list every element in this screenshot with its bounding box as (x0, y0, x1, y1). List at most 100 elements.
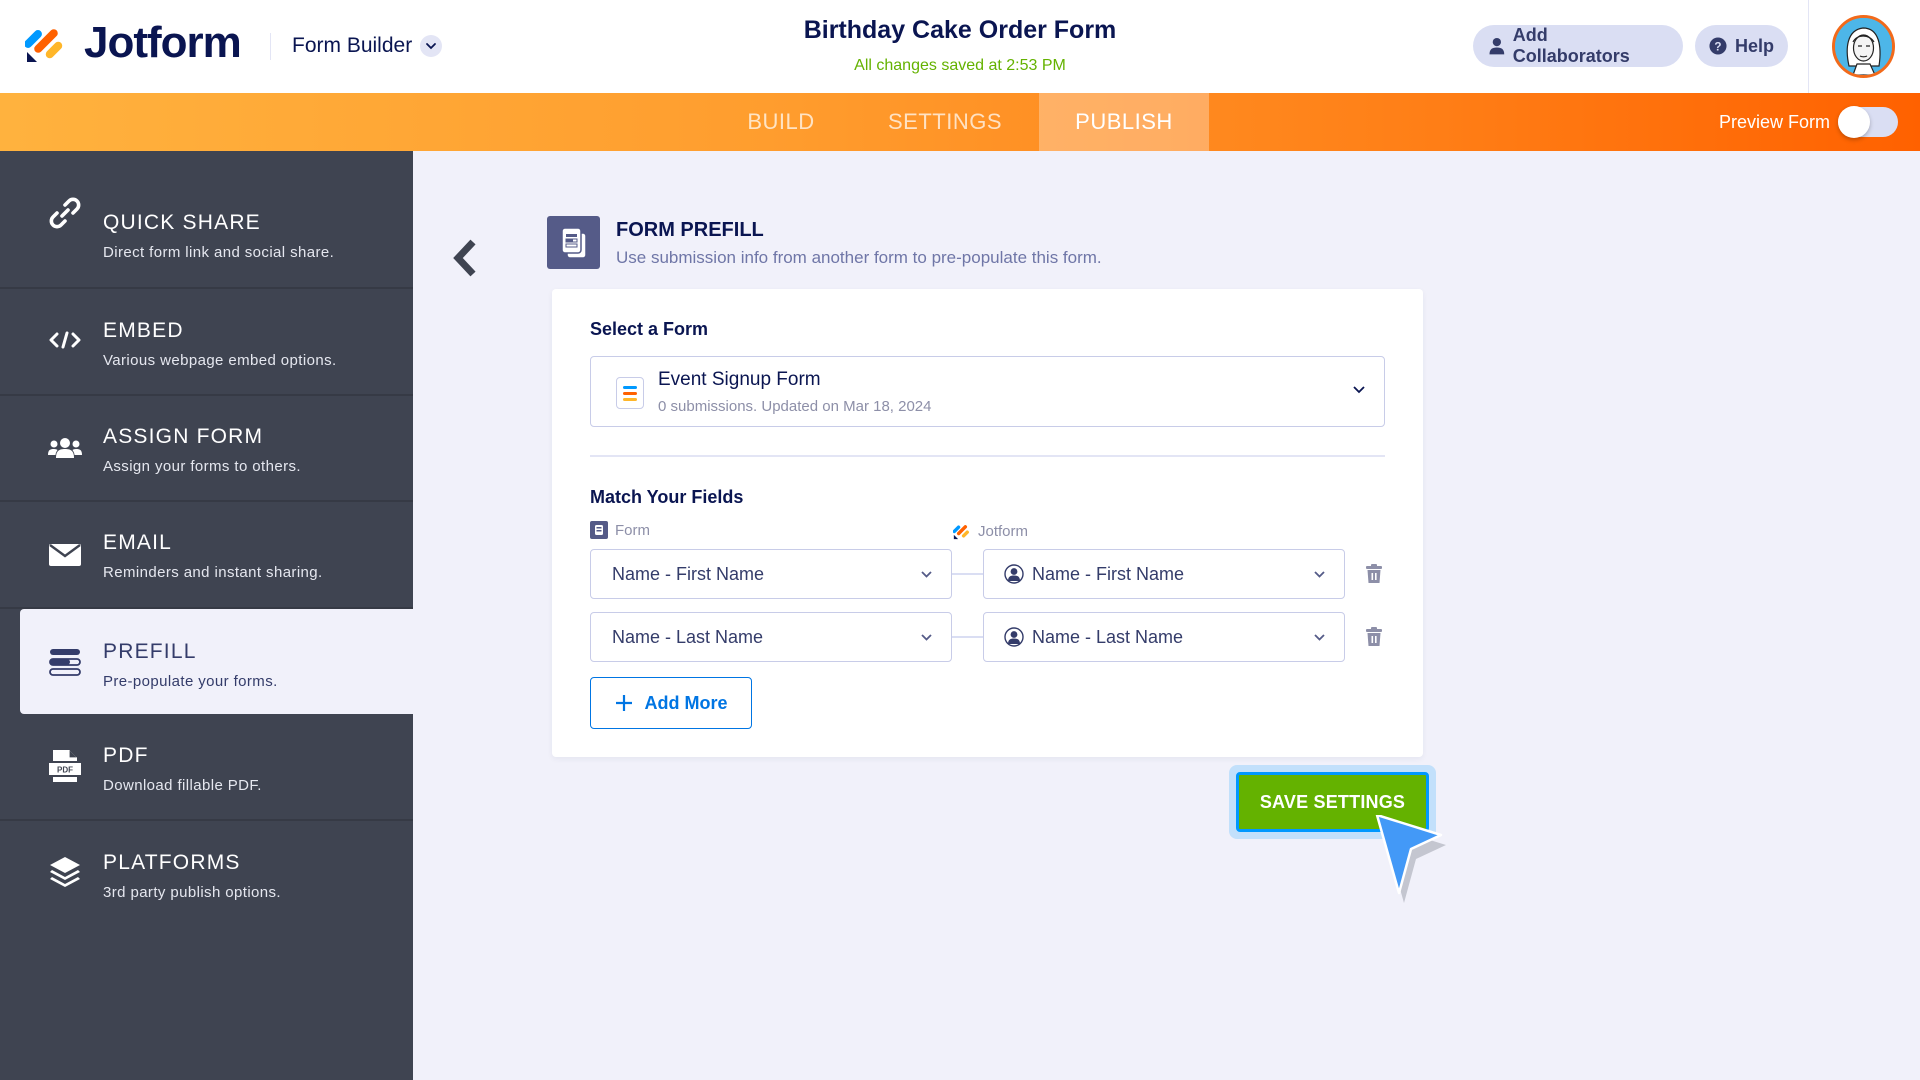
question-circle-icon: ? (1709, 37, 1727, 55)
form-column-text: Form (615, 521, 650, 539)
sidebar-item-title: PLATFORMS (103, 851, 241, 874)
source-field-value: Name - First Name (612, 563, 765, 584)
chevron-down-icon (921, 633, 932, 641)
save-settings-button[interactable]: SAVE SETTINGS (1236, 772, 1429, 832)
form-builder-menu[interactable]: Form Builder (292, 30, 443, 62)
pdf-icon: PDF (48, 749, 82, 783)
sidebar-item-desc: Reminders and instant sharing. (103, 564, 323, 581)
person-circle-icon (1004, 627, 1024, 647)
chevron-down-icon (1353, 386, 1365, 394)
person-circle-icon (1004, 564, 1024, 584)
form-title[interactable]: Birthday Cake Order Form (804, 16, 1117, 44)
sidebar-item-platforms[interactable]: PLATFORMS 3rd party publish options. (0, 821, 413, 928)
sidebar-item-embed[interactable]: EMBED Various webpage embed options. (0, 289, 413, 396)
avatar-face-icon (1835, 18, 1892, 75)
user-avatar[interactable] (1832, 15, 1895, 78)
select-form-label: Select a Form (590, 319, 709, 339)
preview-form-label: Preview Form (1718, 111, 1830, 132)
publish-sidebar: QUICK SHARE Direct form link and social … (0, 151, 413, 1080)
sidebar-item-prefill[interactable]: PREFILL Pre-populate your forms. (20, 609, 413, 714)
sidebar-item-desc: 3rd party publish options. (103, 884, 281, 901)
logo-text[interactable]: Jotform (84, 18, 242, 68)
jotform-column-text: Jotform (978, 522, 1029, 540)
form-icon (616, 377, 644, 409)
selected-form-meta: 0 submissions. Updated on Mar 18, 2024 (658, 398, 932, 415)
form-prefill-icon (547, 216, 600, 269)
chevron-down-icon (420, 35, 443, 57)
trash-icon (1366, 564, 1382, 583)
preview-form-toggle[interactable] (1838, 106, 1898, 138)
delete-mapping-button[interactable] (1364, 562, 1384, 586)
tab-settings[interactable]: SETTINGS (870, 93, 1020, 151)
sidebar-item-pdf[interactable]: PDF PDF Download fillable PDF. (0, 714, 413, 821)
target-field-select[interactable]: Name - First Name (983, 549, 1345, 599)
add-more-label: Add More (644, 692, 728, 713)
save-status: All changes saved at 2:53 PM (854, 57, 1066, 74)
chevron-down-icon (921, 570, 932, 578)
jotform-small-logo-icon (953, 525, 969, 540)
sidebar-item-title: EMAIL (103, 531, 173, 554)
envelope-icon (48, 538, 82, 572)
chevron-down-icon (1314, 633, 1325, 641)
target-field-select[interactable]: Name - Last Name (983, 612, 1345, 662)
jotform-column-label: Jotform (953, 521, 1028, 541)
sidebar-item-desc: Direct form link and social share. (103, 244, 335, 261)
link-icon (48, 196, 82, 230)
form-small-icon (590, 521, 608, 539)
layers-icon (48, 855, 82, 889)
section-subtitle: Use submission info from another form to… (616, 248, 1102, 267)
add-collaborators-button[interactable]: Add Collaborators (1473, 25, 1683, 67)
toggle-thumb (1838, 106, 1870, 138)
section-title: FORM PREFILL (616, 219, 764, 241)
match-fields-label: Match Your Fields (590, 487, 744, 507)
mapping-connector (952, 636, 983, 638)
help-button[interactable]: ? Help (1695, 25, 1788, 67)
mapping-connector (952, 573, 983, 575)
sidebar-item-quick-share[interactable]: QUICK SHARE Direct form link and social … (0, 151, 413, 289)
code-icon (48, 323, 82, 357)
delete-mapping-button[interactable] (1364, 625, 1384, 649)
svg-text:PDF: PDF (57, 766, 73, 775)
prefill-settings-card: Select a Form Event Signup Form 0 submis… (552, 289, 1423, 757)
card-divider (590, 455, 1385, 457)
back-button[interactable] (448, 234, 482, 282)
header-vertical-divider (1808, 0, 1809, 93)
tab-publish[interactable]: PUBLISH (1039, 93, 1209, 151)
jotform-logo-icon[interactable] (25, 22, 67, 64)
sidebar-item-title: EMBED (103, 319, 184, 342)
svg-text:?: ? (1714, 40, 1721, 53)
plus-icon (615, 695, 632, 711)
source-form-select[interactable]: Event Signup Form 0 submissions. Updated… (590, 356, 1385, 427)
form-column-label: Form (590, 521, 650, 539)
users-icon (48, 431, 82, 465)
chevron-down-icon (1314, 570, 1325, 578)
help-label: Help (1734, 35, 1774, 56)
sidebar-item-desc: Download fillable PDF. (103, 777, 262, 794)
form-builder-label: Form Builder (292, 34, 413, 57)
source-field-value: Name - Last Name (612, 626, 764, 647)
user-icon (1489, 37, 1505, 55)
sidebar-item-desc: Various webpage embed options. (103, 352, 337, 369)
source-field-select[interactable]: Name - Last Name (590, 612, 952, 662)
target-field-value: Name - Last Name (1032, 626, 1184, 647)
selected-form-name: Event Signup Form (658, 369, 821, 390)
sidebar-item-desc: Pre-populate your forms. (103, 673, 278, 690)
sidebar-item-title: QUICK SHARE (103, 211, 261, 234)
sidebar-item-assign-form[interactable]: ASSIGN FORM Assign your forms to others. (0, 396, 413, 502)
tab-build[interactable]: BUILD (730, 93, 832, 151)
add-collaborators-label: Add Collaborators (1512, 25, 1630, 66)
header-divider (270, 33, 271, 60)
sidebar-item-title: ASSIGN FORM (103, 425, 264, 448)
sidebar-item-email[interactable]: EMAIL Reminders and instant sharing. (0, 502, 413, 609)
add-more-button[interactable]: Add More (590, 677, 752, 729)
target-field-value: Name - First Name (1032, 563, 1185, 584)
prefill-icon (48, 645, 82, 679)
sidebar-item-title: PREFILL (103, 640, 197, 663)
trash-icon (1366, 627, 1382, 646)
sidebar-item-desc: Assign your forms to others. (103, 458, 301, 475)
source-field-select[interactable]: Name - First Name (590, 549, 952, 599)
chevron-left-icon (453, 239, 476, 277)
sidebar-item-title: PDF (103, 744, 149, 767)
top-header: Jotform Form Builder Birthday Cake Order… (0, 0, 1920, 93)
builder-nav-bar: BUILD SETTINGS PUBLISH Preview Form (0, 93, 1920, 151)
